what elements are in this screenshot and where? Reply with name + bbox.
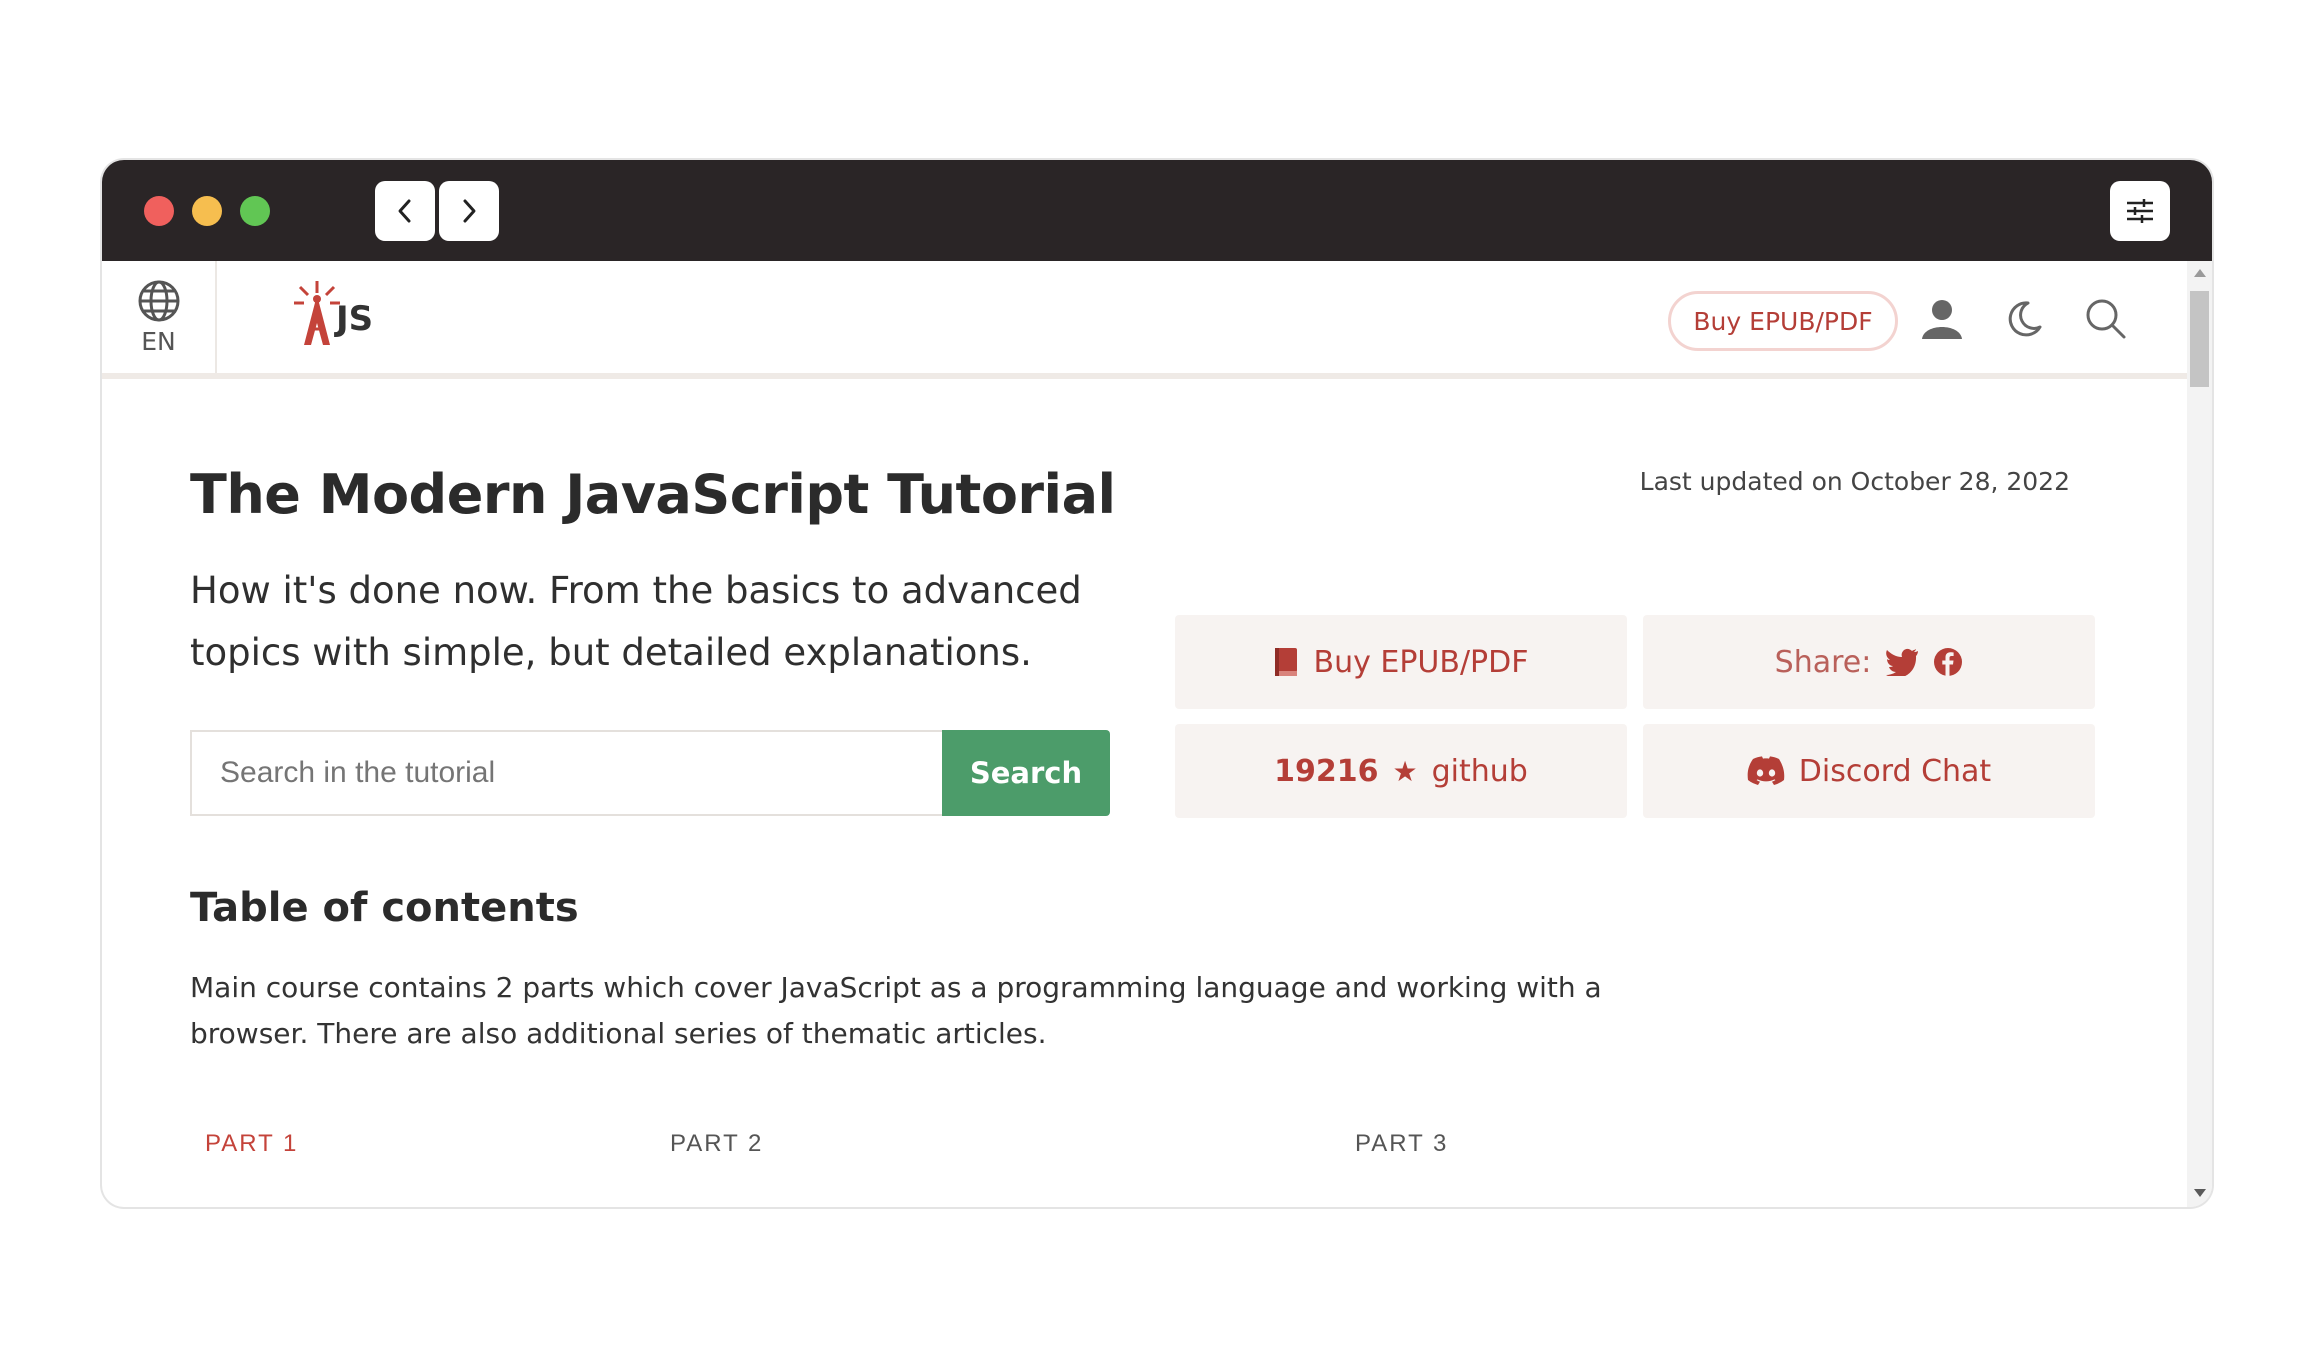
buy-epub-card[interactable]: Buy EPUB/PDF — [1175, 615, 1627, 709]
globe-icon — [138, 280, 179, 321]
discord-chat-label: Discord Chat — [1798, 753, 1992, 789]
language-switcher[interactable]: EN — [102, 261, 217, 373]
close-window-button[interactable] — [144, 196, 174, 226]
tab-part-3[interactable]: PART 3 — [1355, 1130, 1448, 1158]
language-label: EN — [141, 326, 176, 356]
sliders-icon — [2127, 199, 2153, 223]
page-scrollbar[interactable] — [2187, 261, 2212, 1207]
search-button[interactable]: Search — [942, 730, 1110, 816]
scroll-up-arrow[interactable] — [2194, 269, 2206, 277]
site-logo[interactable]: JS — [292, 279, 392, 349]
twitter-icon[interactable] — [1885, 648, 1919, 676]
settings-menu-button[interactable] — [2110, 181, 2170, 241]
github-star-count: 19216 — [1274, 753, 1379, 789]
page-title: The Modern JavaScript Tutorial — [190, 463, 1116, 526]
last-updated-text: Last updated on October 28, 2022 — [1639, 467, 2070, 496]
logo-text: JS — [336, 299, 374, 339]
tutorial-search-input[interactable] — [190, 730, 942, 816]
main-content: The Modern JavaScript Tutorial Last upda… — [102, 385, 2187, 1207]
book-icon — [1275, 648, 1298, 676]
github-label: github — [1431, 753, 1528, 789]
header-search-button[interactable] — [2082, 295, 2130, 343]
share-card: Share: — [1643, 615, 2095, 709]
forward-button[interactable] — [439, 181, 499, 241]
moon-icon — [2008, 301, 2042, 337]
minimize-window-button[interactable] — [192, 196, 222, 226]
toc-description: Main course contains 2 parts which cover… — [190, 965, 1690, 1057]
chevron-left-icon — [398, 199, 411, 223]
user-profile-button[interactable] — [1918, 295, 1966, 343]
chevron-right-icon — [463, 199, 476, 223]
title-bar — [102, 160, 2212, 261]
theme-toggle-button[interactable] — [2000, 295, 2048, 343]
lead-line-2: topics with simple, but detailed explana… — [190, 631, 1032, 674]
buy-epub-label: Buy EPUB/PDF — [1313, 644, 1529, 680]
share-label: Share: — [1774, 644, 1872, 680]
toc-description-line-2: browser. There are also additional serie… — [190, 1017, 1047, 1050]
header-buy-button[interactable]: Buy EPUB/PDF — [1668, 291, 1898, 351]
discord-icon — [1747, 756, 1785, 785]
scroll-thumb[interactable] — [2190, 291, 2209, 387]
toc-heading: Table of contents — [190, 885, 579, 931]
browser-window: EN JS Buy EPUB/PDF The Modern JavaScript… — [102, 160, 2212, 1207]
tower-logo-icon — [294, 281, 340, 345]
tab-part-2[interactable]: PART 2 — [670, 1130, 763, 1158]
site-header: EN JS Buy EPUB/PDF — [102, 261, 2187, 379]
discord-chat-card[interactable]: Discord Chat — [1643, 724, 2095, 818]
maximize-window-button[interactable] — [240, 196, 270, 226]
scroll-down-arrow[interactable] — [2194, 1189, 2206, 1197]
lead-paragraph: How it's done now. From the basics to ad… — [190, 560, 1090, 684]
back-button[interactable] — [375, 181, 435, 241]
facebook-icon[interactable] — [1933, 647, 1963, 677]
lead-line-1: How it's done now. From the basics to ad… — [190, 569, 1082, 612]
search-icon — [2086, 299, 2126, 339]
user-icon — [1922, 300, 1962, 339]
tab-part-1[interactable]: PART 1 — [205, 1130, 298, 1158]
toc-description-line-1: Main course contains 2 parts which cover… — [190, 971, 1602, 1004]
star-icon: ★ — [1392, 754, 1418, 788]
github-stars-card[interactable]: 19216 ★ github — [1175, 724, 1627, 818]
